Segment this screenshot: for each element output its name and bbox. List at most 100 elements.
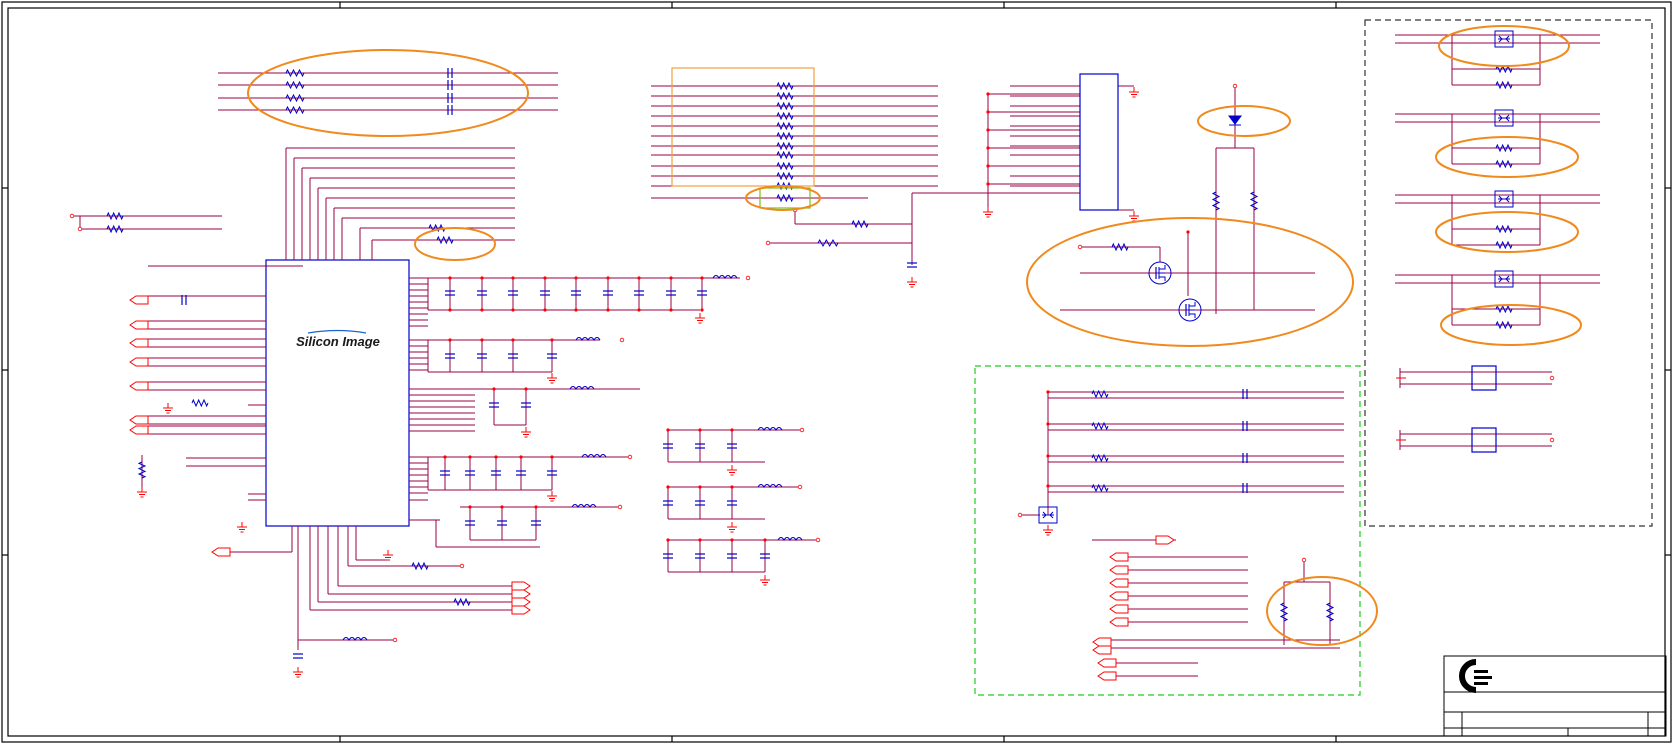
wire-junction — [669, 308, 673, 312]
resistor — [776, 111, 794, 121]
resistor — [1211, 191, 1221, 211]
resistor — [1495, 80, 1513, 90]
wire-junction — [574, 276, 578, 280]
wire-junction — [511, 276, 515, 280]
resistor — [776, 131, 794, 141]
wire-junction — [698, 428, 702, 432]
title-block — [1443, 655, 1667, 737]
ground-symbol — [760, 575, 770, 586]
net-terminal — [1301, 557, 1307, 563]
port-connector — [1155, 535, 1175, 545]
net-terminal — [1549, 437, 1555, 443]
resistor — [776, 81, 794, 91]
port-connector — [129, 338, 149, 348]
wire-junction — [1046, 484, 1050, 488]
ground-symbol — [983, 207, 993, 218]
highlight-ellipse — [1435, 136, 1579, 178]
resistor — [1279, 602, 1289, 622]
highlight-ellipse — [1026, 217, 1354, 347]
capacitor — [293, 653, 303, 659]
esd-protection-device — [1494, 270, 1514, 288]
wire-junction — [637, 308, 641, 312]
wire-junction — [1186, 230, 1190, 234]
wire-junction — [700, 308, 704, 312]
resistor — [191, 398, 209, 408]
esd-protection-device — [1494, 30, 1514, 48]
resistor — [817, 238, 839, 248]
mosfet-channel — [1158, 265, 1166, 281]
net-terminal — [1549, 375, 1555, 381]
wire-junction — [666, 428, 670, 432]
ground-symbol — [137, 487, 147, 498]
port-connector — [1109, 591, 1129, 601]
ground-symbol — [695, 313, 705, 324]
resistor — [776, 193, 794, 203]
ic-block — [1471, 427, 1497, 453]
wire-junction — [494, 455, 498, 459]
ground-symbol — [547, 373, 557, 384]
resistor — [1325, 602, 1335, 622]
wire-junction — [986, 146, 990, 150]
wire-junction — [730, 485, 734, 489]
resistor — [285, 105, 305, 115]
net-terminal — [797, 484, 803, 490]
highlight-ellipse — [247, 49, 529, 137]
net-terminal — [69, 213, 75, 219]
net-terminal — [765, 240, 771, 246]
wire-junction — [730, 538, 734, 542]
wire-junction — [1046, 422, 1050, 426]
net-terminal — [745, 275, 751, 281]
wire-junction — [666, 538, 670, 542]
ground-symbol — [907, 277, 917, 288]
wire-junction — [492, 387, 496, 391]
port-connector — [129, 425, 149, 435]
wire-junction — [480, 338, 484, 342]
net-terminal — [815, 537, 821, 543]
ground-symbol — [1043, 525, 1053, 536]
net-terminal — [627, 454, 633, 460]
wire-junction — [480, 308, 484, 312]
resistor — [776, 101, 794, 111]
esd-protection-device — [1494, 190, 1514, 208]
ground-symbol — [547, 491, 557, 502]
port-connector — [129, 295, 149, 305]
net-terminal — [1077, 244, 1083, 250]
port-connector — [1109, 617, 1129, 627]
resistor — [776, 91, 794, 101]
wire-junction — [637, 276, 641, 280]
wire-junction — [519, 455, 523, 459]
wire-junction — [543, 308, 547, 312]
ground-symbol — [727, 522, 737, 533]
wire-junction — [700, 276, 704, 280]
highlight-ellipse — [1197, 105, 1291, 137]
wire-junction — [986, 182, 990, 186]
junctions — [69, 83, 1555, 643]
resistor — [285, 80, 305, 90]
esd-symbol — [1498, 275, 1510, 283]
port-connector — [1092, 637, 1112, 647]
wire-junction — [550, 338, 554, 342]
wire-junction — [468, 505, 472, 509]
resistor — [285, 68, 305, 78]
wire-junction — [1046, 454, 1050, 458]
highlight-ellipse — [414, 227, 496, 261]
port-connector — [211, 547, 231, 557]
wire-junction — [986, 110, 990, 114]
company-logo-icon — [1459, 659, 1492, 693]
chip-vendor-label: Silicon Image — [296, 334, 380, 349]
wire-junction — [763, 538, 767, 542]
resistor — [1249, 191, 1259, 211]
ground-symbol — [237, 522, 247, 533]
wire-junction — [500, 505, 504, 509]
esd-symbol — [1498, 195, 1510, 203]
resistor — [1495, 304, 1513, 314]
resistor — [137, 461, 147, 479]
port-connector — [1092, 645, 1112, 655]
net-terminal — [619, 337, 625, 343]
resistor — [453, 597, 471, 607]
resistor — [776, 121, 794, 131]
wire-junction — [443, 455, 447, 459]
resistor — [1495, 143, 1513, 153]
resistor — [776, 150, 794, 160]
wire-junction — [606, 308, 610, 312]
